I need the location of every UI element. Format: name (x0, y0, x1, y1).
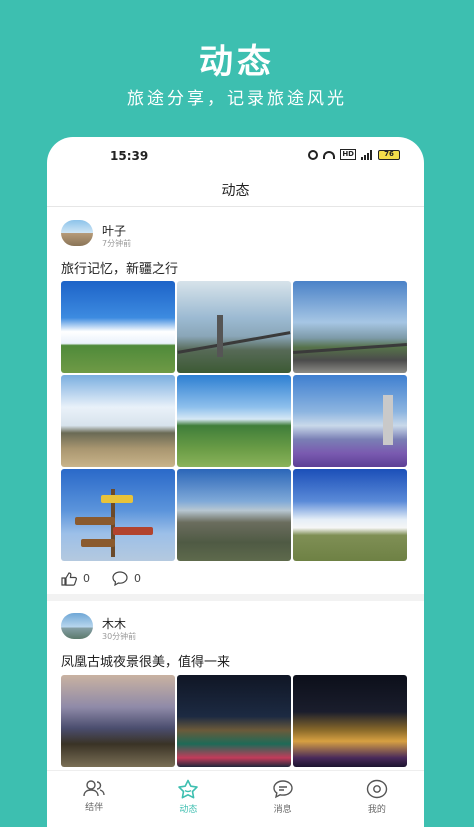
photo-thumbnail[interactable] (61, 469, 175, 561)
photo-thumbnail[interactable] (177, 675, 291, 767)
photo-grid (61, 281, 407, 561)
photo-thumbnail[interactable] (61, 675, 175, 767)
tab-profile[interactable]: 我的 (330, 771, 424, 827)
comment-icon (112, 571, 128, 586)
post-actions: 0 0 (61, 571, 141, 586)
thumbs-up-icon (61, 571, 77, 586)
post-text: 旅行记忆，新疆之行 (61, 262, 179, 277)
tab-messages[interactable]: 消息 (236, 771, 330, 827)
photo-thumbnail[interactable] (293, 675, 407, 767)
feed-post[interactable]: 木木 30分钟前 凤凰古城夜景很美，值得一来 (47, 601, 424, 771)
photo-thumbnail[interactable] (61, 281, 175, 373)
comment-count: 0 (134, 572, 141, 585)
status-bar: 15:39 HD 76 (47, 137, 424, 175)
tab-label: 结伴 (85, 803, 104, 813)
tab-companion[interactable]: 结伴 (47, 771, 141, 827)
post-username[interactable]: 木木 (102, 615, 126, 632)
photo-thumbnail[interactable] (61, 375, 175, 467)
battery-icon: 76 (378, 149, 400, 160)
status-icons: HD 76 (308, 149, 400, 160)
star-feed-icon (177, 779, 199, 799)
photo-thumbnail[interactable] (293, 281, 407, 373)
status-time: 15:39 (110, 149, 149, 163)
feed-post[interactable]: 叶子 7分钟前 旅行记忆，新疆之行 0 0 (47, 207, 424, 594)
photo-thumbnail[interactable] (177, 375, 291, 467)
tab-label: 消息 (273, 805, 292, 815)
photo-thumbnail[interactable] (293, 469, 407, 561)
post-time: 7分钟前 (102, 239, 132, 248)
feed-list[interactable]: 叶子 7分钟前 旅行记忆，新疆之行 0 0 木木 30分钟前 凤凰古城夜景很美，… (47, 207, 424, 771)
message-icon (272, 779, 294, 799)
companion-icon (83, 779, 105, 797)
signal-icon (361, 149, 373, 160)
tab-label: 动态 (179, 805, 198, 815)
hd-badge: HD (340, 149, 356, 160)
photo-thumbnail[interactable] (293, 375, 407, 467)
avatar[interactable] (61, 613, 93, 639)
post-text: 凤凰古城夜景很美，值得一来 (61, 655, 231, 670)
phone-screen: 15:39 HD 76 动态 叶子 7分钟前 旅行记忆，新疆之行 0 0 木木 … (47, 137, 424, 827)
wifi-icon (323, 150, 336, 159)
post-time: 30分钟前 (102, 632, 137, 641)
tab-feed[interactable]: 动态 (141, 771, 235, 827)
promo-subtitle: 旅途分享，记录旅途风光 (127, 89, 347, 109)
profile-icon (366, 779, 388, 799)
alarm-icon (308, 149, 319, 160)
photo-thumbnail[interactable] (177, 469, 291, 561)
photo-thumbnail[interactable] (177, 281, 291, 373)
tab-label: 我的 (367, 805, 386, 815)
page-title: 动态 (221, 183, 250, 199)
avatar[interactable] (61, 220, 93, 246)
photo-grid (61, 675, 407, 767)
promo-title: 动态 (199, 42, 275, 82)
post-separator (47, 594, 424, 601)
bottom-tab-bar: 结伴 动态 消息 我的 (47, 770, 424, 827)
like-count: 0 (83, 572, 90, 585)
like-button[interactable]: 0 (61, 571, 90, 586)
post-username[interactable]: 叶子 (102, 222, 126, 239)
comment-button[interactable]: 0 (112, 571, 141, 586)
